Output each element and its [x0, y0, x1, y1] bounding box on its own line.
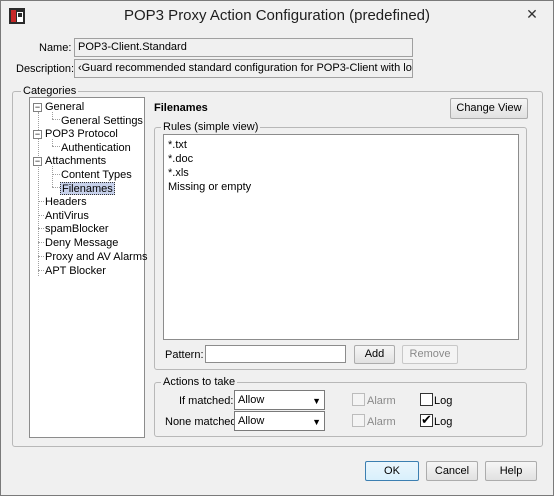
- add-button[interactable]: Add: [354, 345, 395, 364]
- description-field[interactable]: ‹Guard recommended standard configuratio…: [74, 59, 413, 78]
- actions-group: [154, 382, 527, 437]
- dialog-window: POP3 Proxy Action Configuration (predefi…: [0, 0, 554, 496]
- tree-item-proxy-av-alarms[interactable]: Proxy and AV Alarms: [45, 251, 148, 264]
- none-matched-log-checkbox[interactable]: ✔: [420, 412, 433, 427]
- log-label: Log: [434, 416, 453, 428]
- none-matched-alarm-checkbox[interactable]: [352, 414, 365, 427]
- tree-item-content-types[interactable]: Content Types: [61, 169, 132, 182]
- collapse-icon[interactable]: −: [33, 130, 42, 139]
- list-item[interactable]: *.doc: [168, 152, 193, 166]
- list-item[interactable]: *.txt: [168, 138, 187, 152]
- list-item[interactable]: Missing or empty: [168, 180, 251, 194]
- if-matched-log-checkbox[interactable]: [420, 393, 433, 406]
- tree-item-antivirus[interactable]: AntiVirus: [45, 210, 89, 223]
- collapse-icon[interactable]: −: [33, 103, 42, 112]
- none-matched-value: Allow: [238, 415, 265, 427]
- log-label: Log: [434, 395, 453, 407]
- chevron-down-icon: ▼: [312, 396, 321, 406]
- tree-item-authentication[interactable]: Authentication: [61, 142, 131, 155]
- if-matched-label: If matched:: [179, 395, 234, 407]
- categories-title: Categories: [21, 85, 79, 97]
- name-label: Name:: [39, 42, 72, 54]
- tree-item-pop3-protocol[interactable]: POP3 Protocol: [45, 128, 118, 141]
- remove-button[interactable]: Remove: [402, 345, 458, 364]
- help-button[interactable]: Help: [485, 461, 537, 481]
- if-matched-value: Allow: [238, 394, 265, 406]
- actions-title: Actions to take: [161, 376, 238, 388]
- cancel-button[interactable]: Cancel: [426, 461, 478, 481]
- none-matched-label: None matched:: [165, 416, 240, 428]
- rules-list[interactable]: *.txt *.doc *.xls Missing or empty: [163, 134, 519, 340]
- tree-item-headers[interactable]: Headers: [45, 196, 87, 209]
- list-item[interactable]: *.xls: [168, 166, 189, 180]
- pattern-input[interactable]: [205, 345, 346, 363]
- if-matched-alarm-checkbox[interactable]: [352, 393, 365, 406]
- tree-item-filenames[interactable]: Filenames: [60, 182, 115, 195]
- ok-button[interactable]: OK: [365, 461, 419, 481]
- tree-item-apt-blocker[interactable]: APT Blocker: [45, 265, 106, 278]
- tree-item-spamblocker[interactable]: spamBlocker: [45, 223, 109, 236]
- categories-tree[interactable]: − General General Settings − POP3 Protoc…: [29, 97, 148, 438]
- tree-item-general-settings[interactable]: General Settings: [61, 115, 143, 128]
- window-title: POP3 Proxy Action Configuration (predefi…: [124, 7, 430, 24]
- rules-title: Rules (simple view): [161, 121, 261, 133]
- tree-item-attachments[interactable]: Attachments: [45, 155, 106, 168]
- pattern-label: Pattern:: [165, 349, 204, 361]
- if-matched-select[interactable]: Allow ▼: [234, 390, 325, 410]
- alarm-label: Alarm: [367, 395, 396, 407]
- chevron-down-icon: ▼: [312, 417, 321, 427]
- collapse-icon[interactable]: −: [33, 157, 42, 166]
- change-view-button[interactable]: Change View: [450, 98, 528, 119]
- close-icon[interactable]: ✕: [519, 3, 545, 25]
- checkmark-icon: ✔: [421, 412, 432, 427]
- name-field[interactable]: POP3-Client.Standard: [74, 38, 413, 57]
- panel-heading: Filenames: [154, 102, 208, 114]
- tree-item-deny-message[interactable]: Deny Message: [45, 237, 118, 250]
- tree-item-general[interactable]: General: [45, 101, 84, 114]
- title-bar: POP3 Proxy Action Configuration (predefi…: [1, 1, 553, 31]
- none-matched-select[interactable]: Allow ▼: [234, 411, 325, 431]
- description-label: Description:: [16, 63, 75, 75]
- alarm-label: Alarm: [367, 416, 396, 428]
